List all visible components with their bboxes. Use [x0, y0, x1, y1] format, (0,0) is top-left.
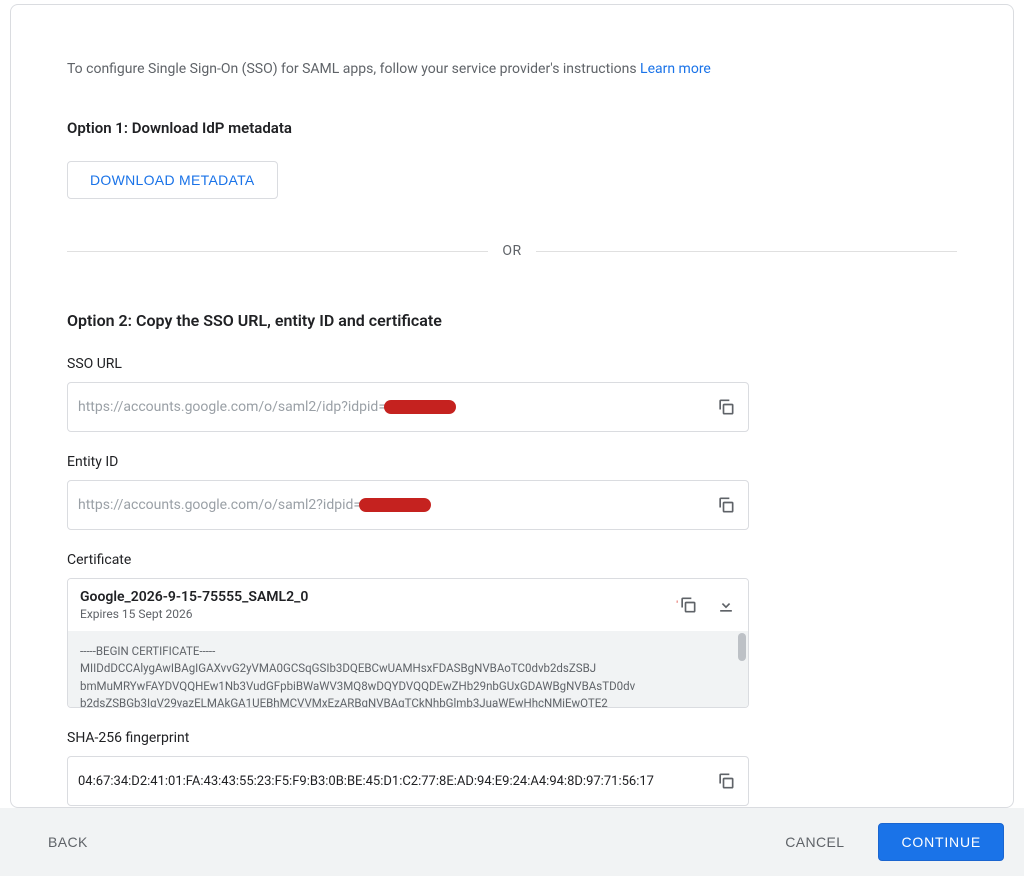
intro-text: To configure Single Sign-On (SSO) for SA… [67, 61, 957, 77]
or-divider: OR [67, 243, 957, 259]
sso-url-field: https://accounts.google.com/o/saml2/idp?… [67, 382, 749, 432]
certificate-body[interactable]: -----BEGIN CERTIFICATE----- MIIDdDCCAlyg… [68, 631, 748, 707]
fingerprint-value: 04:67:34:D2:41:01:FA:43:43:55:23:F5:F9:B… [78, 774, 716, 789]
intro-description: To configure Single Sign-On (SSO) for SA… [67, 61, 640, 77]
certificate-header: Google_2026-9-15-75555_SAML2_0 Expires 1… [68, 579, 748, 631]
sso-url-value: https://accounts.google.com/o/saml2/idp?… [78, 399, 716, 415]
copy-icon[interactable] [678, 595, 698, 615]
entity-id-field: https://accounts.google.com/o/saml2?idpi… [67, 480, 749, 530]
entity-id-text: https://accounts.google.com/o/saml2?idpi… [78, 497, 361, 513]
cert-line: bmMuMRYwFAYDVQQHEw1Nb3VudGFpbiBWaWV3MQ8w… [80, 678, 736, 695]
download-metadata-button[interactable]: DOWNLOAD METADATA [67, 161, 278, 199]
sso-url-label: SSO URL [67, 356, 957, 372]
option2-heading: Option 2: Copy the SSO URL, entity ID an… [67, 311, 957, 330]
continue-button[interactable]: CONTINUE [878, 823, 1004, 861]
copy-icon[interactable] [716, 397, 736, 417]
copy-icon[interactable] [716, 771, 736, 791]
fingerprint-label: SHA-256 fingerprint [67, 730, 957, 746]
certificate-name: Google_2026-9-15-75555_SAML2_0 [80, 589, 556, 605]
download-icon[interactable] [716, 595, 736, 615]
certificate-box: Google_2026-9-15-75555_SAML2_0 Expires 1… [67, 578, 749, 708]
cert-line: b2dsZSBGb3IgV29yazELMAkGA1UEBhMCVVMxEzAR… [80, 695, 736, 707]
scrollbar-thumb[interactable] [738, 633, 746, 661]
divider-line-right [536, 251, 957, 252]
cert-line: MIIDdDCCAlygAwIBAgIGAXvvG2yVMA0GCSqGSIb3… [80, 660, 736, 677]
divider-text: OR [502, 243, 521, 259]
certificate-expires: Expires 15 Sept 2026 [80, 607, 556, 621]
footer-bar: BACK CANCEL CONTINUE [0, 808, 1024, 876]
redacted-entity-id [359, 498, 431, 512]
certificate-label: Certificate [67, 552, 957, 568]
copy-icon[interactable] [716, 495, 736, 515]
back-button[interactable]: BACK [36, 826, 100, 858]
config-card: To configure Single Sign-On (SSO) for SA… [10, 4, 1014, 808]
learn-more-link[interactable]: Learn more [640, 61, 711, 77]
entity-id-value: https://accounts.google.com/o/saml2?idpi… [78, 497, 716, 513]
redacted-sso-id [384, 400, 456, 414]
cancel-button[interactable]: CANCEL [773, 826, 856, 858]
sso-url-text: https://accounts.google.com/o/saml2/idp?… [78, 399, 386, 415]
divider-line-left [67, 251, 488, 252]
entity-id-label: Entity ID [67, 454, 957, 470]
cert-line: -----BEGIN CERTIFICATE----- [80, 643, 736, 660]
option1-heading: Option 1: Download IdP metadata [67, 119, 957, 137]
fingerprint-field: 04:67:34:D2:41:01:FA:43:43:55:23:F5:F9:B… [67, 756, 749, 806]
